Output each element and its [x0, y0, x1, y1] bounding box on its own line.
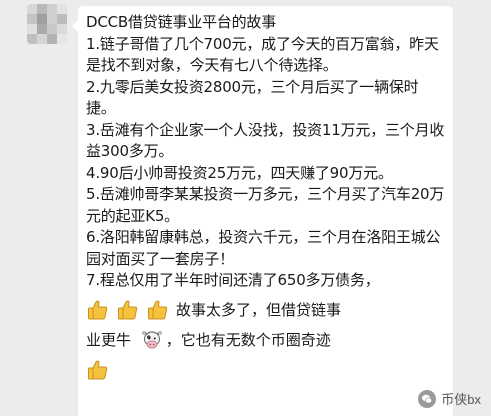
message-title: DCCB借贷链事业平台的故事: [86, 13, 276, 31]
message-line-1: 1.链子哥借了几个700元，成了今天的百万富翁，昨天是找不到对象，今天有七八个待…: [86, 34, 439, 75]
thumbs-up-icon: [118, 300, 138, 320]
chat-area: DCCB借贷链事业平台的故事 1.链子哥借了几个700元，成了今天的百万富翁，昨…: [0, 0, 491, 416]
closing-text-2: 业更牛: [86, 330, 132, 349]
message-text: DCCB借贷链事业平台的故事 1.链子哥借了几个700元，成了今天的百万富翁，昨…: [86, 12, 445, 292]
message-line-6: 6.洛阳韩留康韩总，投资六千元，三个月在洛阳王城公园对面买了一套房子！: [86, 228, 441, 268]
wechat-logo-icon: [418, 389, 437, 408]
message-line-3: 3.岳滩有个企业家一个人没找，投资11万元，三个月收益300多万。: [86, 120, 445, 161]
message-line-7: 7.程总仅用了半年时间还清了650多万债务，: [86, 271, 380, 289]
message-line-4: 4.90后小帅哥投资25万元，四天赚了90万元。: [86, 163, 393, 182]
message-line-5: 5.岳滩帅哥李某某投资一万多元，三个月买了汽车20万元的起亚K5。: [86, 185, 445, 225]
thumbs-up-icon: [88, 360, 108, 380]
watermark: 币侠bx: [418, 389, 481, 408]
message-closing: 故事太多了，但借贷链事 业更牛 ，它也有无数个币圈奇迹: [86, 295, 445, 385]
thumbs-up-icon: [148, 300, 168, 320]
thumbs-up-icon: [88, 300, 108, 320]
closing-text-3: ，它也有无数个币圈奇迹: [165, 330, 331, 349]
message-line-2: 2.九零后美女投资2800元，三个月后买了一辆保时捷。: [86, 77, 419, 118]
cow-face-icon: [142, 331, 162, 349]
avatar[interactable]: [27, 4, 67, 44]
watermark-text: 币侠bx: [441, 392, 481, 407]
closing-text-1: 故事太多了，但借贷链事: [176, 300, 342, 319]
message-bubble[interactable]: DCCB借贷链事业平台的故事 1.链子哥借了几个700元，成了今天的百万富翁，昨…: [72, 6, 453, 416]
